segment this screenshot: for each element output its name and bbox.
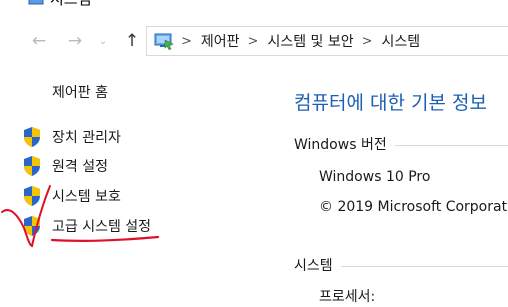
sidebar-item-advanced-system-settings[interactable]: 고급 시스템 설정 [22,215,151,237]
annotation-underline [50,235,160,242]
shield-icon [24,216,40,236]
section-divider [394,144,508,146]
sidebar-item-remote-settings[interactable]: 원격 설정 [22,155,108,177]
windows-edition-value: Windows 10 Pro [319,169,431,185]
navigation-bar: ← → ⌄ ↑ > 제어판 > 시스템 및 보안 > 시스템 [0,26,508,56]
chevron-down-icon: ⌄ [98,35,108,47]
breadcrumb-item-control-panel[interactable]: 제어판 [201,31,240,51]
copyright-text: © 2019 Microsoft Corporation [319,199,508,215]
control-panel-icon [154,33,174,50]
windows-edition-heading: Windows 버전 [294,134,508,154]
arrow-up-icon: ↑ [124,31,140,51]
control-panel-home-link[interactable]: 제어판 홈 [52,82,108,102]
control-panel-icon [28,0,44,5]
window-title: 시스템 [50,0,91,9]
sidebar-item-device-manager[interactable]: 장치 관리자 [22,126,121,148]
breadcrumb-separator: > [247,33,259,49]
shield-icon [24,186,40,206]
sidebar-item-label: 고급 시스템 설정 [52,219,152,235]
system-heading: 시스템 [294,255,508,275]
sidebar-item-system-protection[interactable]: 시스템 보호 [22,185,121,207]
section-heading-text: Windows 버전 [294,137,387,153]
breadcrumb-separator: > [361,33,373,49]
recent-locations-button[interactable]: ⌄ [96,30,110,52]
forward-button[interactable]: → [64,30,86,52]
sidebar-item-label: 시스템 보호 [52,189,121,205]
section-heading-text: 시스템 [294,258,333,274]
breadcrumb-item-system[interactable]: 시스템 [382,31,421,51]
address-bar[interactable]: > 제어판 > 시스템 및 보안 > 시스템 [146,26,508,56]
sidebar-item-label: 원격 설정 [52,159,108,175]
title-bar: 시스템 [0,0,508,14]
shield-icon [24,127,40,147]
section-divider [340,265,508,267]
arrow-right-icon: → [67,31,83,51]
breadcrumb-item-system-security[interactable]: 시스템 및 보안 [267,31,353,51]
up-button[interactable]: ↑ [121,30,143,52]
sidebar-item-label: 장치 관리자 [52,130,121,146]
page-title: 컴퓨터에 대한 기본 정보 [294,92,487,114]
back-button[interactable]: ← [28,30,50,52]
processor-label: 프로세서: [319,289,376,305]
arrow-left-icon: ← [31,31,47,51]
shield-icon [24,156,40,176]
breadcrumb-separator: > [181,33,192,49]
